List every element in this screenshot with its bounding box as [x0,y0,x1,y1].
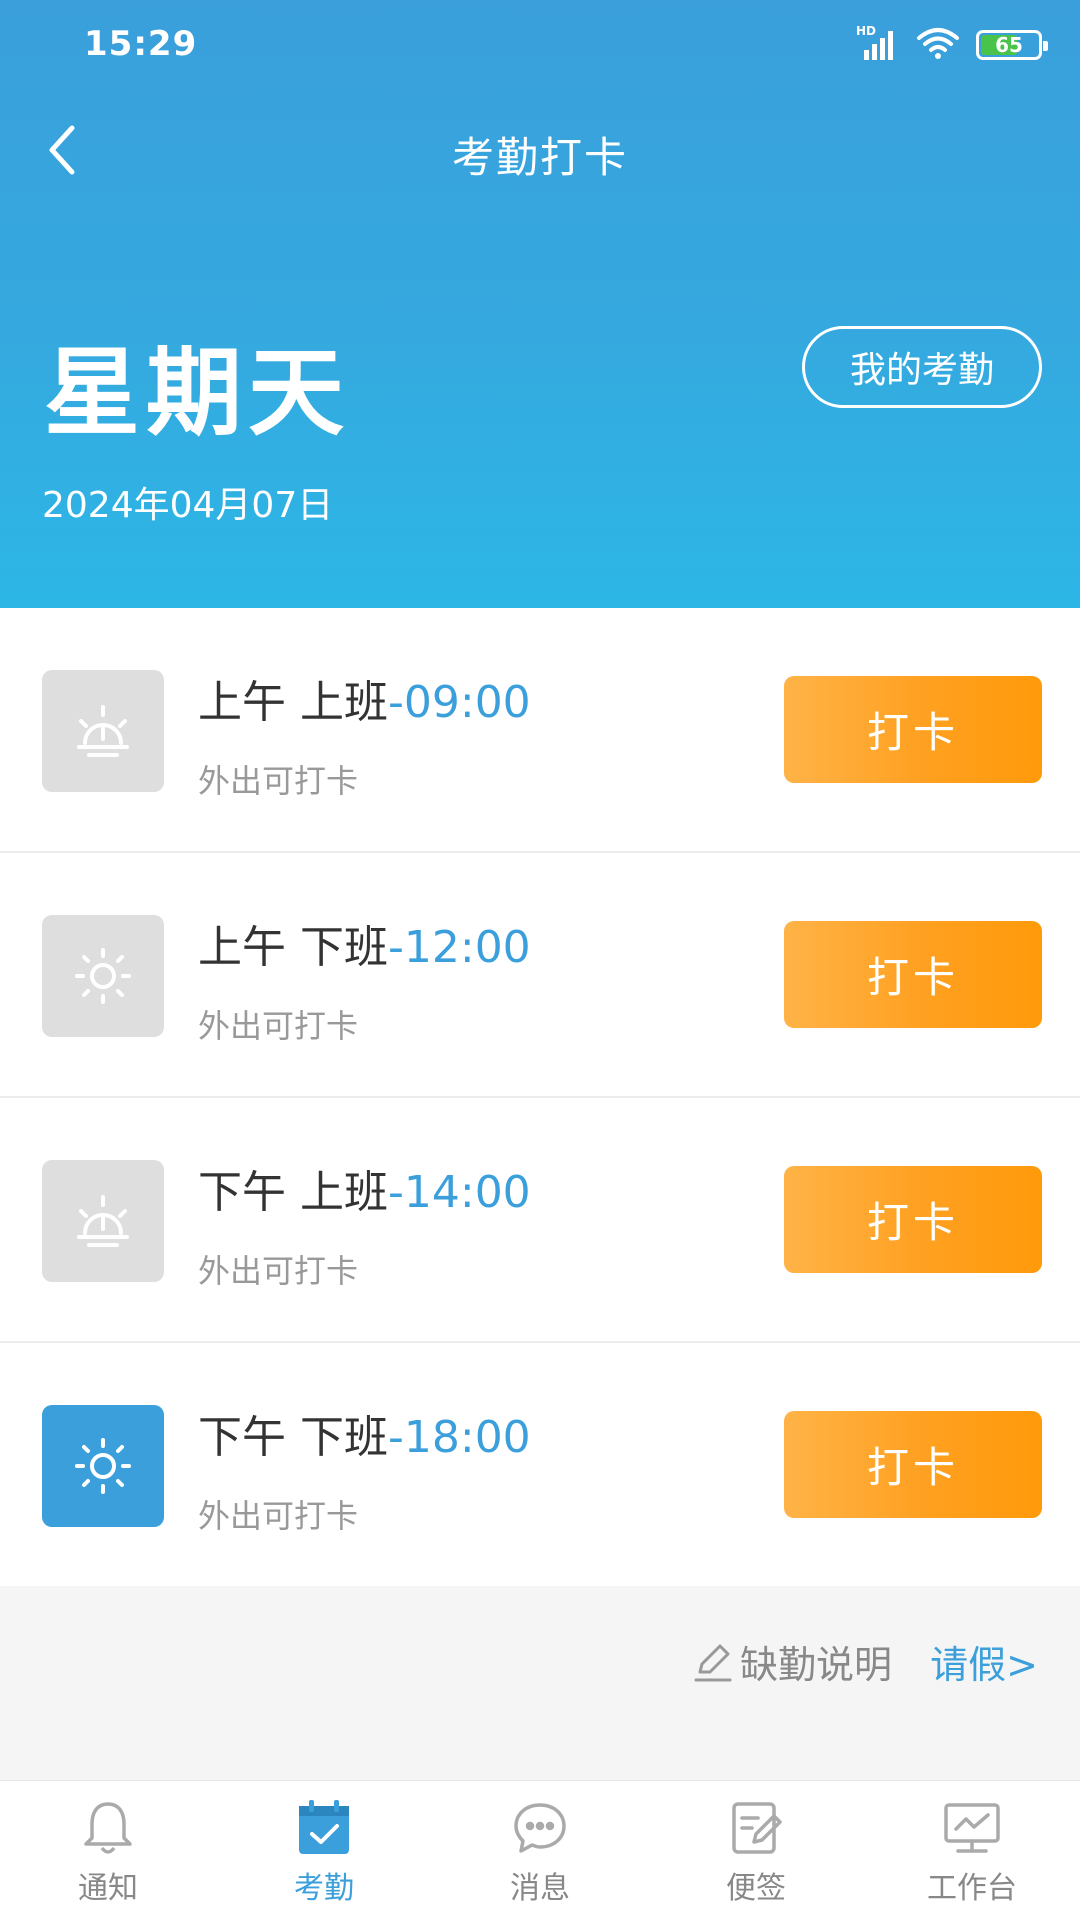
punch-row-note: 外出可打卡 [198,1252,359,1290]
tab-attendance[interactable]: 考勤 [216,1781,432,1920]
battery-icon: 65 [976,30,1048,60]
punch-row-note: 外出可打卡 [198,762,359,800]
punch-row-title: 上午 上班-09:00 [198,666,531,730]
tab-messages[interactable]: 消息 [432,1781,648,1920]
nav-bar: 考勤打卡 [0,100,1080,200]
tab-bar: 通知 考勤 消息 便签 工作台 [0,1780,1080,1920]
sunrise-icon [42,1160,164,1282]
punch-period: 上午 下班 [198,922,388,973]
pencil-icon [694,1644,732,1681]
sunrise-icon [42,670,164,792]
tab-workbench[interactable]: 工作台 [864,1781,1080,1920]
punch-row-afternoon-out: 下午 下班-18:00 外出可打卡 打卡 [0,1343,1080,1588]
signal-icon: HD [856,24,900,62]
tab-label: 考勤 [294,1871,354,1906]
punch-row-morning-in: 上午 上班-09:00 外出可打卡 打卡 [0,608,1080,853]
punch-row-morning-out: 上午 下班-12:00 外出可打卡 打卡 [0,853,1080,1098]
punch-time: -09:00 [388,677,531,728]
bell-icon [75,1795,141,1861]
page-title: 考勤打卡 [451,133,628,182]
status-time: 15:29 [84,24,198,64]
my-attendance-button[interactable]: 我的考勤 [802,326,1042,408]
tab-label: 便签 [726,1871,786,1906]
header: 15:29 HD 65 考勤打卡 星期天 2024年04月07日 我的考勤 [0,0,1080,608]
attendance-page: 15:29 HD 65 考勤打卡 星期天 2024年04月07日 我的考勤 上午… [0,0,1080,1920]
punch-row-note: 外出可打卡 [198,1007,359,1045]
status-bar: 15:29 HD 65 [0,0,1080,90]
punch-period: 上午 上班 [198,677,388,728]
punch-list: 上午 上班-09:00 外出可打卡 打卡 上午 下班-12:00 外出可打卡 打… [0,608,1080,1588]
note-edit-icon [723,1795,789,1861]
punch-button[interactable]: 打卡 [784,1411,1042,1518]
punch-time: -14:00 [388,1167,531,1218]
battery-level: 65 [995,33,1023,57]
punch-row-title: 上午 下班-12:00 [198,911,531,975]
punch-row-note: 外出可打卡 [198,1497,359,1535]
punch-row-title: 下午 上班-14:00 [198,1156,531,1220]
punch-period: 下午 下班 [198,1412,388,1463]
calendar-check-icon [291,1795,357,1861]
tab-label: 通知 [78,1871,138,1906]
tab-label: 工作台 [927,1871,1017,1906]
weekday-label: 星期天 [44,337,350,449]
status-icons: HD 65 [856,24,1048,64]
leave-link[interactable]: 请假> [930,1634,1038,1689]
absence-note-link[interactable]: 缺勤说明 [690,1634,892,1689]
wifi-icon [916,26,960,64]
tab-label: 消息 [510,1871,570,1906]
date-label: 2024年04月07日 [42,485,334,526]
footer-links: 缺勤说明 请假> [0,1586,1080,1780]
punch-button[interactable]: 打卡 [784,1166,1042,1273]
punch-button[interactable]: 打卡 [784,676,1042,783]
chat-bubble-icon [507,1795,573,1861]
punch-period: 下午 上班 [198,1167,388,1218]
punch-row-title: 下午 下班-18:00 [198,1401,531,1465]
tab-notes[interactable]: 便签 [648,1781,864,1920]
punch-time: -12:00 [388,922,531,973]
absence-note-label: 缺勤说明 [739,1643,892,1687]
punch-row-afternoon-in: 下午 上班-14:00 外出可打卡 打卡 [0,1098,1080,1343]
sun-icon [42,1405,164,1527]
punch-time: -18:00 [388,1412,531,1463]
sun-icon [42,915,164,1037]
monitor-chart-icon [939,1795,1005,1861]
punch-button[interactable]: 打卡 [784,921,1042,1028]
tab-notice[interactable]: 通知 [0,1781,216,1920]
